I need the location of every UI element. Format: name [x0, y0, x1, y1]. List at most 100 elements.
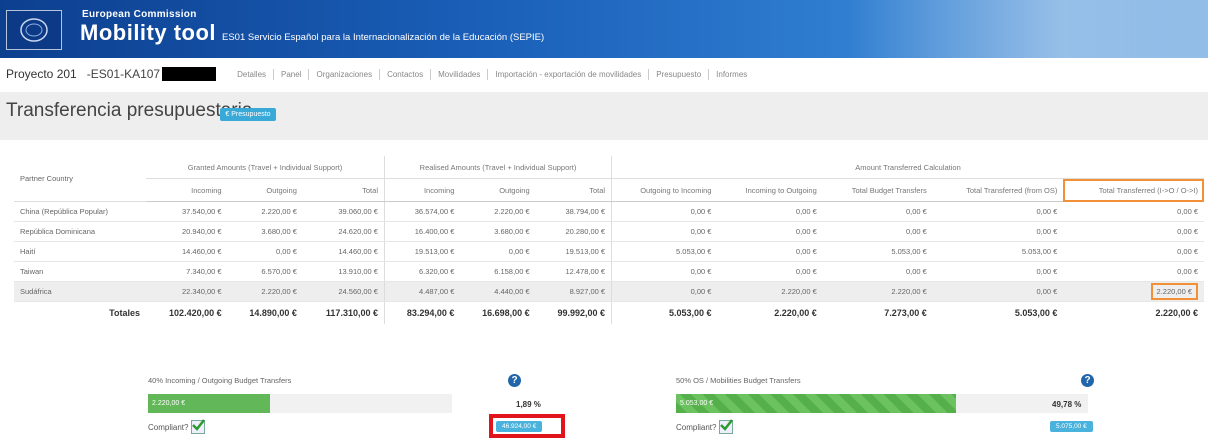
amount-cell: 0,00 €	[822, 261, 933, 282]
banner-glow	[848, 0, 1208, 58]
amount-cell: 36.574,00 €	[383, 201, 461, 222]
amount-cell: 2.220,00 €	[227, 201, 303, 222]
compliant-row: Compliant?	[148, 419, 206, 434]
amount-cell: 20.940,00 €	[146, 221, 228, 242]
amount-cell: 24.620,00 €	[302, 221, 385, 242]
amount-cell: 16.400,00 €	[383, 221, 461, 242]
amount-cell: 0,00 €	[932, 221, 1064, 242]
progress-bar: 2.220,00 €	[148, 394, 452, 413]
total-cell: 7.273,00 €	[884, 308, 927, 318]
partner-country-header: Partner Country	[14, 156, 146, 202]
amount-cell: 0,00 €	[717, 241, 823, 262]
total-cell: 2.220,00 €	[774, 308, 817, 318]
budget-transfer-table: Partner Country Granted Amounts (Travel …	[14, 156, 1204, 324]
column-header: Incoming	[146, 178, 228, 202]
panel-title: 50% OS / Mobilities Budget Transfers	[676, 376, 801, 385]
table-row: Haití 14.460,00 €0,00 €14.460,00 €19.513,…	[14, 241, 1204, 262]
total-cell: 83.294,00 €	[383, 301, 461, 324]
totals-row: Totales 102.420,00 € 14.890,00 € 117.310,00…	[14, 301, 1204, 324]
amount-cell: 0,00 €	[1063, 241, 1204, 262]
tab-contactos[interactable]: Contactos	[380, 68, 432, 80]
column-header: Total	[302, 178, 385, 202]
help-icon[interactable]: ?	[508, 374, 521, 387]
highlighted-amount: 2.220,00 €	[1150, 283, 1198, 300]
project-tabs: Detalles Panel Organizaciones Contactos …	[230, 68, 754, 80]
amount-badge: 5.075,00 €	[1050, 421, 1093, 432]
app-title: Mobility tool	[80, 20, 217, 45]
column-header: Outgoing	[460, 178, 536, 202]
amount-cell: 0,00 €	[460, 241, 536, 262]
total-cell: 2.220,00 €	[1155, 308, 1198, 318]
total-cell: 14.890,00 €	[249, 308, 297, 318]
amount-cell: 5.053,00 €	[822, 241, 933, 262]
amount-cell: 0,00 €	[932, 201, 1064, 222]
amount-cell: 0,00 €	[822, 221, 933, 242]
tab-movilidades[interactable]: Movilidades	[431, 68, 489, 80]
amount-cell: 2.220,00 €	[460, 201, 536, 222]
total-cell: 117.310,00 €	[325, 308, 378, 318]
country-cell: República Dominicana	[14, 221, 146, 242]
country-cell: Taiwan	[14, 261, 146, 282]
column-header: Incoming	[383, 178, 461, 202]
amount-cell: 19.513,00 €	[383, 241, 461, 262]
column-header: Total Transferred (I->O / O->I)	[1063, 178, 1204, 202]
sub-header-row: Incoming Outgoing Total Incoming Outgoing Tot…	[14, 178, 1204, 202]
amount-cell: 0,00 €	[932, 281, 1064, 302]
tab-presupuesto[interactable]: Presupuesto	[649, 68, 710, 80]
panel-title: 40% Incoming / Outgoing Budget Transfers	[148, 376, 292, 385]
amount-cell: 20.280,00 €	[535, 221, 612, 242]
tab-importacion[interactable]: Importación - exportación de movilidades	[488, 68, 650, 80]
project-bar: Proyecto 201 -ES01-KA107 Detalles Panel …	[0, 62, 1208, 86]
amount-cell: 19.513,00 €	[535, 241, 612, 262]
checkmark-icon	[191, 419, 206, 434]
amount-cell: 2.220,00 €	[717, 281, 823, 302]
percent-value: 1,89 %	[516, 400, 541, 409]
amount-cell: 0,00 €	[717, 221, 823, 242]
table-row: China (República Popular) 37.540,00 €2.22…	[14, 201, 1204, 222]
table-row: República Dominicana 20.940,00 €3.680,00 …	[14, 221, 1204, 242]
amount-cell: 4.487,00 €	[383, 281, 461, 302]
tab-detalles[interactable]: Detalles	[230, 68, 275, 80]
ec-logo	[6, 10, 62, 50]
column-header: Outgoing	[227, 178, 303, 202]
amount-cell: 5.053,00 €	[932, 241, 1064, 262]
incoming-outgoing-panel: 40% Incoming / Outgoing Budget Transfers…	[148, 372, 548, 438]
amount-cell: 0,00 €	[611, 221, 718, 242]
tab-informes[interactable]: Informes	[709, 69, 754, 80]
amount-cell: 24.560,00 €	[302, 281, 385, 302]
amount-cell: 0,00 €	[611, 281, 718, 302]
progress-fill: 2.220,00 €	[148, 394, 270, 413]
header-banner: European Commission Mobility tool ES01 S…	[0, 0, 1208, 58]
total-cell: 102.420,00 €	[169, 308, 222, 318]
percent-value: 49,78 %	[1052, 400, 1082, 409]
compliant-label: Compliant?	[148, 422, 189, 432]
amount-cell: 2.220,00 €	[227, 281, 303, 302]
budget-badge[interactable]: € Presupuesto	[220, 108, 276, 121]
amount-cell: 0,00 €	[932, 261, 1064, 282]
total-cell: 16.698,00 €	[482, 308, 530, 318]
amount-cell: 0,00 €	[227, 241, 303, 262]
column-header: Incoming to Outgoing	[717, 178, 823, 202]
tab-organizaciones[interactable]: Organizaciones	[309, 68, 381, 80]
amount-cell: 39.060,00 €	[302, 201, 385, 222]
project-label: Proyecto 201	[6, 67, 77, 81]
column-header: Outgoing to Incoming	[611, 178, 718, 202]
amount-cell: 0,00 €	[611, 261, 718, 282]
amount-cell: 3.680,00 €	[460, 221, 536, 242]
amount-cell: 7.340,00 €	[146, 261, 228, 282]
help-icon[interactable]: ?	[1081, 374, 1094, 387]
amount-cell: 4.440,00 €	[460, 281, 536, 302]
eu-flag-icon	[20, 18, 48, 42]
amount-cell: 3.680,00 €	[227, 221, 303, 242]
progress-bar: 5.053,00 €	[676, 394, 1088, 413]
column-header: Total	[535, 178, 612, 202]
total-cell: 5.053,00 €	[1014, 308, 1058, 318]
amount-cell: 0,00 €	[1063, 221, 1204, 242]
tab-panel[interactable]: Panel	[274, 68, 310, 80]
os-mobilities-panel: 50% OS / Mobilities Budget Transfers ? 5…	[676, 372, 1106, 438]
amount-cell: 5.053,00 €	[611, 241, 718, 262]
red-highlight-box	[489, 414, 565, 438]
amount-cell: 0,00 €	[717, 261, 823, 282]
amount-cell: 8.927,00 €	[535, 281, 612, 302]
amount-cell: 12.478,00 €	[535, 261, 612, 282]
